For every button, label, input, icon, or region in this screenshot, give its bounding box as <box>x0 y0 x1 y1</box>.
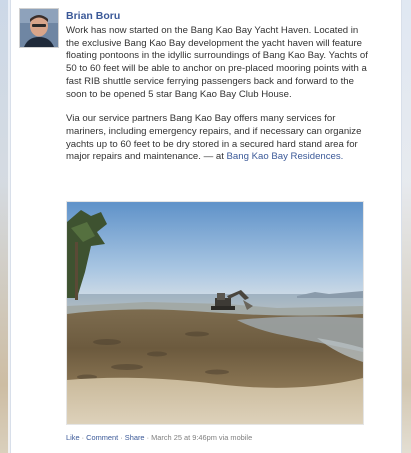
post-footer: Like · Comment · Share · March 25 at 9:4… <box>66 433 252 442</box>
location-prefix: — at <box>203 151 224 163</box>
share-link[interactable]: Share <box>125 433 145 442</box>
post-paragraph-1: Work has now started on the Bang Kao Bay… <box>66 25 368 100</box>
post-card: Brian Boru Work has now started on the B… <box>10 0 402 453</box>
person-avatar-icon <box>20 9 58 47</box>
beach-excavator-photo-icon <box>67 202 363 424</box>
footer-separator: · <box>81 433 85 442</box>
author-name[interactable]: Brian Boru <box>66 10 120 22</box>
like-link[interactable]: Like <box>66 433 80 442</box>
post-photo[interactable] <box>66 201 364 425</box>
footer-separator: · <box>146 433 150 442</box>
footer-separator: · <box>120 433 123 442</box>
avatar[interactable] <box>19 8 59 48</box>
location-link[interactable]: Bang Kao Bay Residences. <box>227 151 344 162</box>
background-left-edge <box>0 0 8 453</box>
post-paragraph-2: Via our service partners Bang Kao Bay of… <box>66 113 371 164</box>
post-timestamp[interactable]: March 25 at 9:46pm via mobile <box>151 433 252 442</box>
comment-link[interactable]: Comment <box>86 433 118 442</box>
post-body: Work has now started on the Bang Kao Bay… <box>66 25 371 176</box>
